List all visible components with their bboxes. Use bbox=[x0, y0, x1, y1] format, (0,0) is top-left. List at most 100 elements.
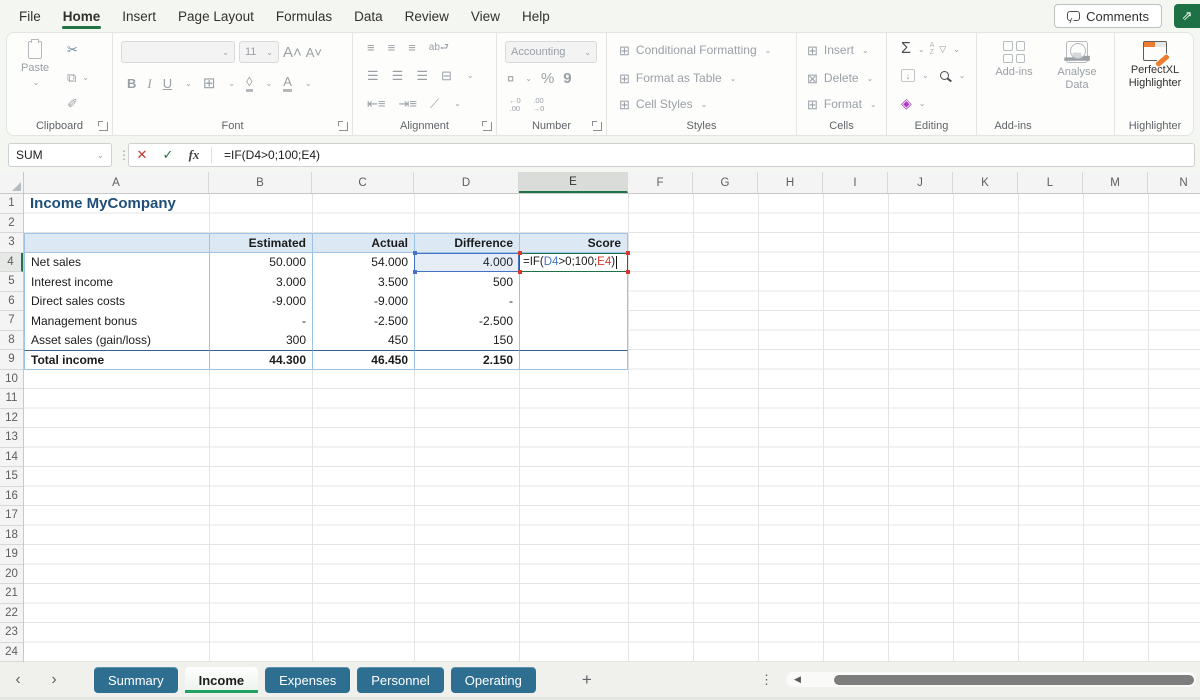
row-header-18[interactable]: 18 bbox=[0, 526, 23, 546]
column-header-G[interactable]: G bbox=[693, 172, 758, 193]
font-color-icon[interactable]: A bbox=[283, 75, 292, 92]
wrap-text-icon[interactable]: ab⮐ bbox=[429, 43, 449, 53]
row-header-16[interactable]: 16 bbox=[0, 487, 23, 507]
cell-label-row9[interactable]: Total income bbox=[24, 350, 209, 370]
cut-icon[interactable]: ✂ bbox=[67, 43, 78, 56]
cell-estimated-row8[interactable]: 300 bbox=[209, 331, 312, 351]
select-all-corner[interactable] bbox=[0, 172, 24, 194]
format-as-table-button[interactable]: Format as Table bbox=[636, 71, 722, 85]
cell-actual-row5[interactable]: 3.500 bbox=[312, 272, 414, 292]
column-header-D[interactable]: D bbox=[414, 172, 519, 193]
menu-tab-home[interactable]: Home bbox=[52, 2, 112, 30]
number-format-combo[interactable]: Accounting⌄ bbox=[505, 41, 597, 63]
conditional-formatting-button[interactable]: Conditional Formatting bbox=[636, 43, 757, 57]
cell-difference-row5[interactable]: 500 bbox=[414, 272, 519, 292]
name-box[interactable]: SUM ⌄ bbox=[8, 143, 112, 167]
comments-button[interactable]: Comments bbox=[1054, 4, 1162, 28]
decrease-decimal-icon[interactable]: .00→0 bbox=[533, 97, 545, 113]
cell-difference-row6[interactable]: - bbox=[414, 292, 519, 312]
analyse-data-button[interactable]: ▂▅▃ Analyse Data bbox=[1051, 41, 1103, 92]
column-header-F[interactable]: F bbox=[628, 172, 693, 193]
delete-cells-button[interactable]: Delete bbox=[824, 71, 859, 85]
sheet-nav-next-icon[interactable]: › bbox=[36, 671, 72, 689]
row-header-4[interactable]: 4 bbox=[0, 253, 23, 273]
align-right-icon[interactable]: ☰ bbox=[416, 69, 428, 82]
fill-color-icon[interactable]: ◊ bbox=[246, 75, 252, 92]
row-header-20[interactable]: 20 bbox=[0, 565, 23, 585]
paste-button[interactable]: Paste ⌄ bbox=[21, 41, 49, 88]
formula-input[interactable]: =IF(D4>0;100;E4) bbox=[224, 148, 320, 162]
new-sheet-button[interactable]: + bbox=[582, 670, 592, 690]
cell-actual-row6[interactable]: -9.000 bbox=[312, 292, 414, 312]
row-header-6[interactable]: 6 bbox=[0, 292, 23, 312]
row-header-11[interactable]: 11 bbox=[0, 389, 23, 409]
cell-estimated-row6[interactable]: -9.000 bbox=[209, 292, 312, 312]
align-middle-icon[interactable]: ≡ bbox=[388, 41, 396, 54]
bold-button[interactable]: B bbox=[127, 77, 136, 90]
copy-icon[interactable]: ⧉ bbox=[67, 71, 76, 84]
cell-score-row6[interactable] bbox=[519, 292, 628, 312]
header-cell-Difference[interactable]: Difference bbox=[414, 233, 519, 253]
sheet-tab-income[interactable]: Income bbox=[185, 667, 259, 693]
grow-font-icon[interactable]: A˄ bbox=[283, 45, 302, 60]
cell-estimated-row4[interactable]: 50.000 bbox=[209, 253, 312, 273]
scrollbar-thumb[interactable] bbox=[834, 675, 1194, 685]
cell-styles-button[interactable]: Cell Styles bbox=[636, 97, 693, 111]
merge-center-icon[interactable]: ⊟ bbox=[441, 69, 452, 82]
shrink-font-icon[interactable]: A˅ bbox=[306, 46, 322, 59]
comma-style-icon[interactable]: 9 bbox=[563, 71, 571, 86]
cell-actual-row8[interactable]: 450 bbox=[312, 331, 414, 351]
cell-score-row7[interactable] bbox=[519, 311, 628, 331]
column-header-B[interactable]: B bbox=[209, 172, 312, 193]
format-painter-icon[interactable]: ✐ bbox=[67, 97, 78, 110]
column-header-A[interactable]: A bbox=[24, 172, 209, 193]
decrease-indent-icon[interactable]: ⇤≡ bbox=[367, 97, 385, 110]
cell-score-row8[interactable] bbox=[519, 331, 628, 351]
row-header-8[interactable]: 8 bbox=[0, 331, 23, 351]
sheet-tab-operating[interactable]: Operating bbox=[451, 667, 536, 693]
autosum-icon[interactable]: Σ bbox=[901, 41, 911, 57]
cancel-icon[interactable]: ✕ bbox=[129, 147, 155, 163]
sheet-tab-personnel[interactable]: Personnel bbox=[357, 667, 444, 693]
insert-cells-button[interactable]: Insert bbox=[824, 43, 854, 57]
column-header-C[interactable]: C bbox=[312, 172, 414, 193]
column-header-K[interactable]: K bbox=[953, 172, 1018, 193]
insert-function-icon[interactable]: fx bbox=[181, 147, 207, 163]
font-dialog-launcher[interactable] bbox=[339, 122, 348, 131]
menu-tab-formulas[interactable]: Formulas bbox=[265, 2, 343, 30]
align-bottom-icon[interactable]: ≡ bbox=[408, 41, 416, 54]
row-header-7[interactable]: 7 bbox=[0, 311, 23, 331]
row-header-17[interactable]: 17 bbox=[0, 506, 23, 526]
sheet-tab-summary[interactable]: Summary bbox=[94, 667, 178, 693]
header-cell-Score[interactable]: Score bbox=[519, 233, 628, 253]
row-header-3[interactable]: 3 bbox=[0, 233, 23, 253]
format-cells-button[interactable]: Format bbox=[824, 97, 862, 111]
cell-difference-row9[interactable]: 2.150 bbox=[414, 350, 519, 370]
share-button[interactable]: ⇗ bbox=[1174, 4, 1200, 28]
clipboard-dialog-launcher[interactable] bbox=[99, 122, 108, 131]
header-cell-A3[interactable] bbox=[24, 233, 209, 253]
row-header-23[interactable]: 23 bbox=[0, 623, 23, 643]
header-cell-Actual[interactable]: Actual bbox=[312, 233, 414, 253]
align-top-icon[interactable]: ≡ bbox=[367, 41, 375, 54]
menu-tab-review[interactable]: Review bbox=[394, 2, 460, 30]
alignment-dialog-launcher[interactable] bbox=[483, 122, 492, 131]
fill-down-icon[interactable]: ↓ bbox=[901, 69, 915, 82]
menu-tab-data[interactable]: Data bbox=[343, 2, 394, 30]
sheet-nav-prev-icon[interactable]: ‹ bbox=[0, 671, 36, 689]
row-header-21[interactable]: 21 bbox=[0, 584, 23, 604]
cell-label-row4[interactable]: Net sales bbox=[24, 253, 209, 273]
row-header-13[interactable]: 13 bbox=[0, 428, 23, 448]
sheet-tab-expenses[interactable]: Expenses bbox=[265, 667, 350, 693]
increase-decimal-icon[interactable]: ←0.00 bbox=[509, 97, 521, 113]
row-header-1[interactable]: 1 bbox=[0, 194, 23, 214]
menu-tab-help[interactable]: Help bbox=[511, 2, 561, 30]
horizontal-scrollbar[interactable]: ◀ bbox=[786, 672, 1196, 687]
row-header-12[interactable]: 12 bbox=[0, 409, 23, 429]
cell-difference-row7[interactable]: -2.500 bbox=[414, 311, 519, 331]
underline-button[interactable]: U bbox=[163, 77, 172, 90]
cell-actual-row7[interactable]: -2.500 bbox=[312, 311, 414, 331]
cell-label-row6[interactable]: Direct sales costs bbox=[24, 292, 209, 312]
row-header-22[interactable]: 22 bbox=[0, 604, 23, 624]
menu-tab-insert[interactable]: Insert bbox=[111, 2, 167, 30]
